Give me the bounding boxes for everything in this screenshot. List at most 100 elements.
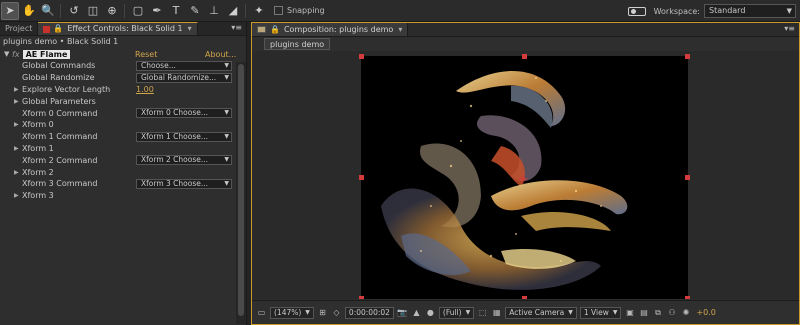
resolution-value: (Full) (442, 307, 462, 317)
clone-stamp-tool-icon[interactable]: ⊥ (205, 2, 223, 20)
panel-menu-icon[interactable]: ▾≡ (784, 24, 795, 33)
workspace-area: Workspace: Standard ▼ (627, 4, 796, 18)
effect-param-row: Xform 0 Command Xform 0 Choose... ▼ (0, 107, 246, 119)
tab-project-label: Project (5, 23, 33, 33)
effect-param-value[interactable]: 1.00 (136, 85, 154, 94)
lock-icon[interactable]: 🔒 (53, 23, 63, 35)
layer-handle-top-center[interactable] (522, 54, 527, 59)
flowchart-icon[interactable]: ⚇ (666, 307, 677, 318)
layer-handle-top-right[interactable] (685, 54, 690, 59)
camera-view-select[interactable]: Active Camera ▼ (505, 306, 577, 319)
tools-toolbar: ➤ ✋ 🔍 ↺ ◫ ⊕ ▢ ✒ T ✎ ⊥ ◢ ✦ Snapping Works… (0, 0, 800, 22)
selection-tool-icon[interactable]: ➤ (1, 1, 19, 20)
eraser-tool-icon[interactable]: ◢ (224, 2, 242, 20)
twirl-right-icon[interactable]: ▶ (14, 145, 19, 152)
effect-param-row: ▶ Explore Vector Length 1.00 (0, 84, 246, 96)
zoom-tool-icon[interactable]: 🔍 (39, 2, 57, 20)
puppet-pin-tool-icon[interactable]: ✦ (250, 2, 268, 20)
grid-guides-icon[interactable]: ⊞ (317, 307, 328, 318)
effect-param-row: Xform 2 Command Xform 2 Choose... ▼ (0, 154, 246, 166)
twirl-right-icon[interactable]: ▶ (14, 192, 19, 199)
effect-name[interactable]: AE Flame (22, 49, 71, 59)
workspace-label: Workspace: (653, 6, 700, 16)
timeline-icon[interactable]: ⧉ (652, 307, 663, 318)
brush-tool-icon[interactable]: ✎ (186, 2, 204, 20)
workspace-value: Standard (709, 6, 746, 15)
layer-handle-bottom-left[interactable] (359, 296, 364, 299)
effect-param-dropdown[interactable]: Xform 2 Choose... ▼ (136, 155, 232, 166)
twirl-down-icon[interactable]: ▼ (4, 50, 12, 58)
effect-param-dropdown-value: Xform 0 Choose... (141, 108, 209, 118)
effect-header: ▼ fx AE Flame Reset About... (0, 48, 246, 60)
about-link[interactable]: About... (205, 50, 236, 59)
view-layout-select[interactable]: 1 View ▼ (579, 306, 622, 319)
fast-previews-icon[interactable]: ▤ (638, 307, 649, 318)
snapshot-camera-icon[interactable]: 📷 (397, 307, 408, 318)
effect-param-label: Explore Vector Length (22, 84, 111, 94)
rotation-tool-icon[interactable]: ↺ (65, 2, 83, 20)
composition-canvas[interactable] (361, 56, 688, 299)
mask-visibility-icon[interactable]: ◇ (331, 307, 342, 318)
show-snapshot-icon[interactable]: ▲ (411, 307, 422, 318)
reset-link[interactable]: Reset (135, 50, 157, 59)
effect-param-row: ▶ Global Parameters (0, 95, 246, 107)
close-icon[interactable]: ▾ (188, 23, 192, 35)
composition-panel: 🔒 Composition: plugins demo ▾ ▾≡ plugins… (251, 22, 800, 325)
layer-handle-middle-right[interactable] (685, 175, 690, 180)
magnification-select[interactable]: (147%) ▼ (270, 306, 314, 319)
orbit-camera-tool-icon[interactable]: ◫ (84, 2, 102, 20)
effect-param-label: Xform 0 Command (22, 108, 98, 118)
comp-breadcrumb-tab[interactable]: plugins demo (264, 38, 331, 50)
region-of-interest-icon[interactable]: ⬚ (477, 307, 488, 318)
always-preview-icon[interactable]: ▭ (256, 307, 267, 318)
layer-handle-top-left[interactable] (359, 54, 364, 59)
lock-icon[interactable]: 🔒 (270, 24, 280, 36)
snapping-toggle[interactable]: Snapping (274, 6, 325, 15)
twirl-right-icon[interactable]: ▶ (14, 86, 19, 93)
layer-handle-bottom-center[interactable] (522, 296, 527, 299)
vertical-scrollbar[interactable] (236, 62, 246, 324)
effect-param-dropdown[interactable]: Global Randomize... ▼ (136, 72, 232, 83)
pen-tool-icon[interactable]: ✒ (148, 2, 166, 20)
rectangle-tool-icon[interactable]: ▢ (129, 2, 147, 20)
close-icon[interactable]: ▾ (398, 24, 402, 36)
twirl-right-icon[interactable]: ▶ (14, 169, 19, 176)
current-time-field[interactable]: 0:00:00:02 (344, 306, 394, 319)
panel-menu-icon[interactable]: ▾≡ (231, 23, 242, 32)
magnification-value: (147%) (274, 307, 302, 317)
effect-param-label: Xform 0 (22, 120, 54, 130)
effect-param-dropdown[interactable]: Xform 1 Choose... ▼ (136, 131, 232, 142)
scrollbar-thumb[interactable] (238, 64, 244, 316)
workspace-toggle-icon[interactable] (627, 6, 646, 16)
composition-viewer[interactable] (252, 51, 799, 299)
layer-color-icon (43, 25, 51, 33)
hand-tool-icon[interactable]: ✋ (20, 2, 38, 20)
chevron-down-icon: ▼ (568, 308, 573, 316)
exposure-value[interactable]: +0.0 (696, 308, 715, 317)
twirl-right-icon[interactable]: ▶ (14, 121, 19, 128)
tab-composition[interactable]: 🔒 Composition: plugins demo ▾ (252, 23, 409, 36)
fx-toggle[interactable]: fx (12, 50, 20, 59)
comp-panel-tabs: 🔒 Composition: plugins demo ▾ ▾≡ (252, 23, 799, 37)
toggle-pixel-aspect-icon[interactable]: ▣ (624, 307, 635, 318)
resolution-select[interactable]: (Full) ▼ (438, 306, 475, 319)
workspace-select[interactable]: Standard ▼ (704, 4, 796, 18)
layer-handle-bottom-right[interactable] (685, 296, 690, 299)
toolbar-divider (124, 3, 125, 18)
effect-param-dropdown[interactable]: Xform 3 Choose... ▼ (136, 178, 232, 189)
effect-param-row: ▶ Xform 1 (0, 143, 246, 155)
comp-navigator: plugins demo (252, 37, 799, 51)
effect-param-dropdown[interactable]: Xform 0 Choose... ▼ (136, 108, 232, 119)
twirl-right-icon[interactable]: ▶ (14, 98, 19, 105)
pan-behind-tool-icon[interactable]: ⊕ (103, 2, 121, 20)
exposure-icon[interactable]: ✺ (680, 307, 691, 318)
layer-handle-middle-left[interactable] (359, 175, 364, 180)
type-tool-icon[interactable]: T (167, 2, 185, 20)
effect-param-dropdown[interactable]: Choose... ▼ (136, 60, 232, 71)
tab-effect-controls[interactable]: 🔒 Effect Controls: Black Solid 1 ▾ (38, 22, 198, 35)
snapping-checkbox[interactable] (274, 6, 283, 15)
tab-project[interactable]: Project (0, 22, 39, 35)
transparency-grid-icon[interactable]: ▦ (491, 307, 502, 318)
timecode-value: 0:00:00:02 (348, 307, 390, 317)
color-channels-icon[interactable]: ● (425, 307, 436, 318)
